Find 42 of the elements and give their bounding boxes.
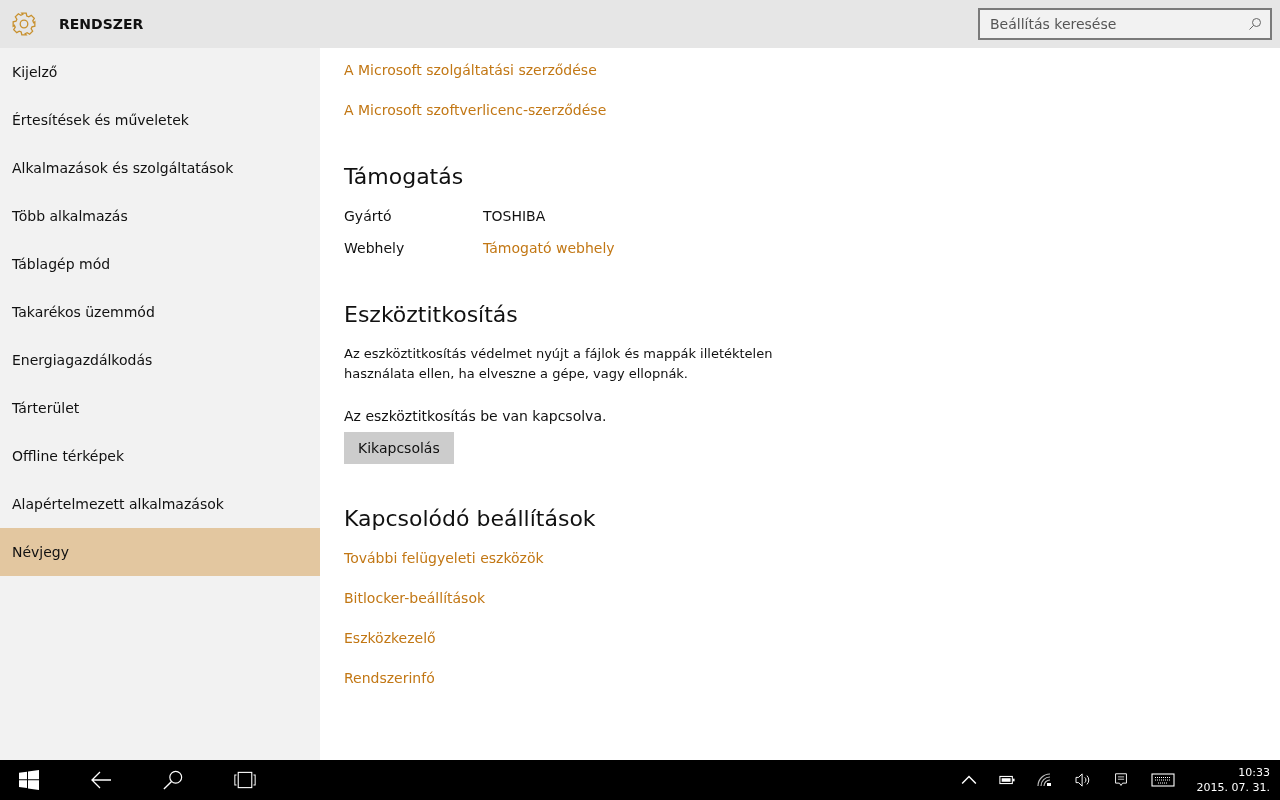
search-icon[interactable] xyxy=(162,770,184,790)
sidebar-item[interactable]: Alkalmazások és szolgáltatások xyxy=(0,144,320,192)
wifi-icon[interactable] xyxy=(1036,773,1053,787)
sidebar-item[interactable]: Takarékos üzemmód xyxy=(0,288,320,336)
sidebar-item[interactable]: Tárterület xyxy=(0,384,320,432)
field-label: Gyártó xyxy=(344,207,393,226)
sidebar-item[interactable]: Alapértelmezett alkalmazások xyxy=(0,480,320,528)
field-label: Webhely xyxy=(344,239,406,258)
speaker-icon[interactable] xyxy=(1074,773,1091,787)
sidebar-item[interactable]: Kijelző xyxy=(0,48,320,96)
sidebar-item[interactable]: Táblagép mód xyxy=(0,240,320,288)
description-text: Az eszköztitkosítás védelmet nyújt a fájlok és mappák illetéktelen használata ellen, ha elveszne a gépe, vagy ellopnák. xyxy=(344,345,774,383)
sidebar-item[interactable]: Névjegy xyxy=(0,528,320,576)
chevron-up-icon[interactable] xyxy=(960,773,977,787)
link[interactable]: A Microsoft szolgáltatási szerződése xyxy=(344,60,597,80)
clock[interactable]: 10:33 2015. 07. 31. xyxy=(1196,765,1270,795)
link[interactable]: A Microsoft szoftverlicenc-szerződése xyxy=(344,100,607,120)
back-arrow-icon[interactable] xyxy=(90,770,112,790)
task-view-icon[interactable] xyxy=(234,770,256,790)
sidebar-item[interactable]: Több alkalmazás xyxy=(0,192,320,240)
field-value: TOSHIBA xyxy=(483,207,547,226)
link[interactable]: További felügyeleti eszközök xyxy=(344,548,544,568)
search-field[interactable]: Beállítás keresése xyxy=(978,8,1272,40)
settings-icon xyxy=(11,11,37,37)
section-heading: Kapcsolódó beállítások xyxy=(344,505,597,533)
sidebar-item[interactable]: Offline térképek xyxy=(0,432,320,480)
sidebar-item[interactable]: Energiagazdálkodás xyxy=(0,336,320,384)
status-text: Az eszköztitkosítás be van kapcsolva. xyxy=(344,407,608,426)
turn-off-button[interactable]: Kikapcsolás xyxy=(344,432,454,464)
windows-logo-icon[interactable] xyxy=(18,770,40,790)
keyboard-icon[interactable] xyxy=(1150,773,1175,787)
search-icon xyxy=(1248,17,1262,31)
notification-icon[interactable] xyxy=(1112,773,1129,787)
link[interactable]: Eszközkezelő xyxy=(344,628,436,648)
battery-icon[interactable] xyxy=(998,773,1015,787)
link[interactable]: Támogató webhely xyxy=(483,238,615,258)
link[interactable]: Rendszerinfó xyxy=(344,668,435,688)
section-heading: Támogatás xyxy=(344,163,465,191)
sidebar-item[interactable]: Értesítések és műveletek xyxy=(0,96,320,144)
link[interactable]: Bitlocker-beállítások xyxy=(344,588,486,608)
page-title: RENDSZER xyxy=(59,16,145,32)
section-heading: Eszköztitkosítás xyxy=(344,301,519,329)
